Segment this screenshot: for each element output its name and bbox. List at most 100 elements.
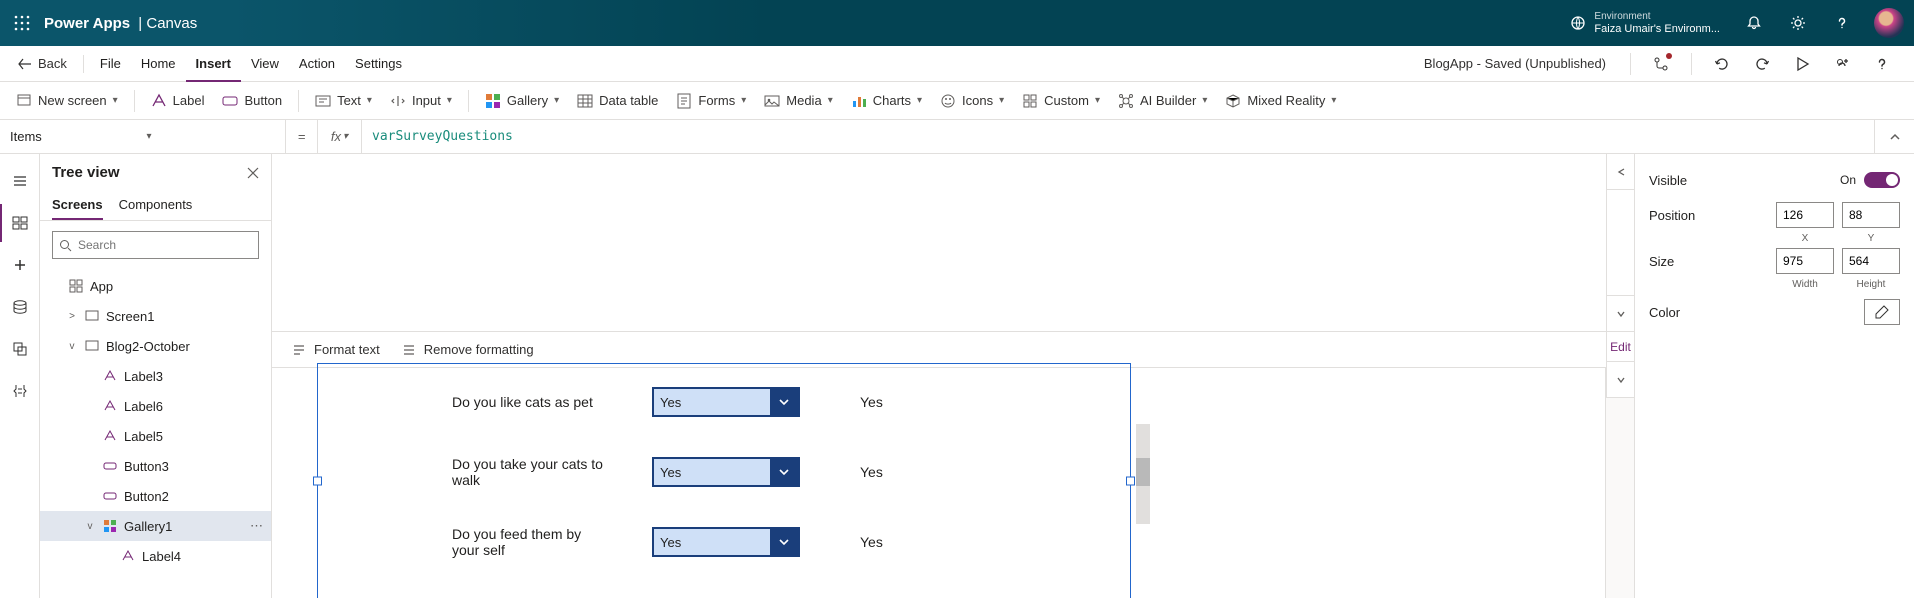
tree-item-label5[interactable]: Label5 <box>40 421 271 451</box>
redo-icon[interactable] <box>1744 46 1780 82</box>
product-name: Power Apps <box>44 15 130 32</box>
ai-builder-dropdown[interactable]: AI Builder▾ <box>1110 86 1215 116</box>
custom-dropdown[interactable]: Custom▾ <box>1014 86 1108 116</box>
resize-handle-left[interactable] <box>313 477 322 486</box>
formula-input[interactable]: varSurveyQuestions <box>362 120 1874 153</box>
tree-item-button2[interactable]: Button2 <box>40 481 271 511</box>
property-selector[interactable]: Items▾ <box>0 120 286 153</box>
gallery-row: Do you take your cats to walk Yes Yes <box>332 444 1112 500</box>
rail-media-icon[interactable] <box>0 330 40 368</box>
new-screen-button[interactable]: New screen▾ <box>8 86 126 116</box>
app-launcher-icon[interactable] <box>0 0 44 46</box>
position-y-input[interactable] <box>1842 202 1900 228</box>
chevron-down-icon <box>770 529 798 555</box>
tree-item-label3[interactable]: Label3 <box>40 361 271 391</box>
tree-close-icon[interactable] <box>247 167 259 179</box>
prop-visible-value: On <box>1840 173 1856 187</box>
prop-size-label: Size <box>1649 254 1776 269</box>
resize-handle-right[interactable] <box>1126 477 1135 486</box>
survey-dropdown[interactable]: Yes <box>652 387 800 417</box>
size-height-input[interactable] <box>1842 248 1900 274</box>
undo-icon[interactable] <box>1704 46 1740 82</box>
prop-visible-label: Visible <box>1649 173 1840 188</box>
prop-position-label: Position <box>1649 208 1776 223</box>
fx-side-dropdown-icon[interactable] <box>1607 296 1634 332</box>
tree-item-label6[interactable]: Label6 <box>40 391 271 421</box>
remove-formatting-button[interactable]: Remove formatting <box>402 342 534 357</box>
environment-picker[interactable]: EnvironmentFaiza Umair's Environm... <box>1570 11 1732 35</box>
position-x-input[interactable] <box>1776 202 1834 228</box>
text-dropdown[interactable]: Text▾ <box>307 86 380 116</box>
insert-ribbon: New screen▾ Label Button Text▾ Input▾ Ga… <box>0 82 1914 120</box>
tree-item-gallery1[interactable]: vGallery1⋯ <box>40 511 271 541</box>
gallery-row: Do you feed them by your self Yes Yes <box>332 514 1112 570</box>
title-bar: Power Apps | Canvas EnvironmentFaiza Uma… <box>0 0 1914 46</box>
user-avatar[interactable] <box>1874 8 1904 38</box>
tree-item-blog2[interactable]: vBlog2-October <box>40 331 271 361</box>
menu-file[interactable]: File <box>90 46 131 82</box>
tree-search[interactable] <box>52 231 259 259</box>
canvas-area: Format text Remove formatting Edit Do yo… <box>272 154 1634 598</box>
survey-dropdown[interactable]: Yes <box>652 527 800 557</box>
fx-label-icon[interactable]: fx▾ <box>318 120 362 153</box>
rail-insert-icon[interactable] <box>0 246 40 284</box>
notifications-icon[interactable] <box>1732 0 1776 46</box>
fx-side-expand-icon[interactable] <box>1607 154 1634 190</box>
size-width-input[interactable] <box>1776 248 1834 274</box>
properties-panel: Visible On Position X Y Size Width Heigh… <box>1634 154 1914 598</box>
menu-view[interactable]: View <box>241 46 289 82</box>
chevron-down-icon <box>770 389 798 415</box>
tree-item-button3[interactable]: Button3 <box>40 451 271 481</box>
icons-dropdown[interactable]: Icons▾ <box>932 86 1012 116</box>
visible-toggle[interactable] <box>1864 172 1900 188</box>
format-text-button[interactable]: Format text <box>292 342 380 357</box>
tree-item-screen1[interactable]: >Screen1 <box>40 301 271 331</box>
tree-view-panel: Tree view Screens Components App >Screen… <box>40 154 272 598</box>
rail-data-icon[interactable] <box>0 288 40 326</box>
media-dropdown[interactable]: Media▾ <box>756 86 840 116</box>
tree-list: App >Screen1 vBlog2-October Label3 Label… <box>40 269 271 598</box>
gallery-dropdown[interactable]: Gallery▾ <box>477 86 567 116</box>
tree-item-label4[interactable]: Label4 <box>40 541 271 571</box>
button-button[interactable]: Button <box>214 86 290 116</box>
gallery-row: Do you like cats as pet Yes Yes <box>332 374 1112 430</box>
mixed-reality-dropdown[interactable]: Mixed Reality▾ <box>1217 86 1344 116</box>
tab-screens[interactable]: Screens <box>52 191 103 220</box>
menu-action[interactable]: Action <box>289 46 345 82</box>
forms-dropdown[interactable]: Forms▾ <box>668 86 754 116</box>
menu-home[interactable]: Home <box>131 46 186 82</box>
survey-answer: Yes <box>860 394 883 410</box>
survey-dropdown[interactable]: Yes <box>652 457 800 487</box>
tree-item-more-icon[interactable]: ⋯ <box>250 518 263 534</box>
tab-components[interactable]: Components <box>119 191 193 220</box>
formula-collapse-icon[interactable] <box>1874 120 1914 153</box>
settings-icon[interactable] <box>1776 0 1820 46</box>
help-icon[interactable] <box>1820 0 1864 46</box>
fx-side-dropdown2-icon[interactable] <box>1607 362 1634 398</box>
back-button[interactable]: Back <box>8 56 77 71</box>
share-icon[interactable] <box>1824 46 1860 82</box>
fx-edit-link[interactable]: Edit <box>1607 332 1634 362</box>
gallery-scrollbar[interactable] <box>1136 424 1150 524</box>
menu-bar: Back File Home Insert View Action Settin… <box>0 46 1914 82</box>
rail-hamburger-icon[interactable] <box>0 162 40 200</box>
menu-settings[interactable]: Settings <box>345 46 412 82</box>
input-dropdown[interactable]: Input▾ <box>382 86 460 116</box>
tree-app[interactable]: App <box>40 271 271 301</box>
formula-bar: Items▾ = fx▾ varSurveyQuestions <box>0 120 1914 154</box>
design-canvas[interactable]: Do you like cats as pet Yes Yes Do you t… <box>272 368 1606 598</box>
rail-tree-view-icon[interactable] <box>0 204 40 242</box>
play-icon[interactable] <box>1784 46 1820 82</box>
help2-icon[interactable] <box>1864 46 1900 82</box>
data-table-button[interactable]: Data table <box>569 86 666 116</box>
formula-expanded-area[interactable] <box>272 154 1634 332</box>
menu-insert[interactable]: Insert <box>186 46 241 82</box>
rail-advanced-icon[interactable] <box>0 372 40 410</box>
label-button[interactable]: Label <box>143 86 213 116</box>
color-picker-button[interactable] <box>1864 299 1900 325</box>
product-context: | Canvas <box>134 15 197 32</box>
version-control-icon[interactable] <box>1643 46 1679 82</box>
fx-equals: = <box>286 120 318 153</box>
charts-dropdown[interactable]: Charts▾ <box>843 86 930 116</box>
tree-search-input[interactable] <box>78 238 252 252</box>
